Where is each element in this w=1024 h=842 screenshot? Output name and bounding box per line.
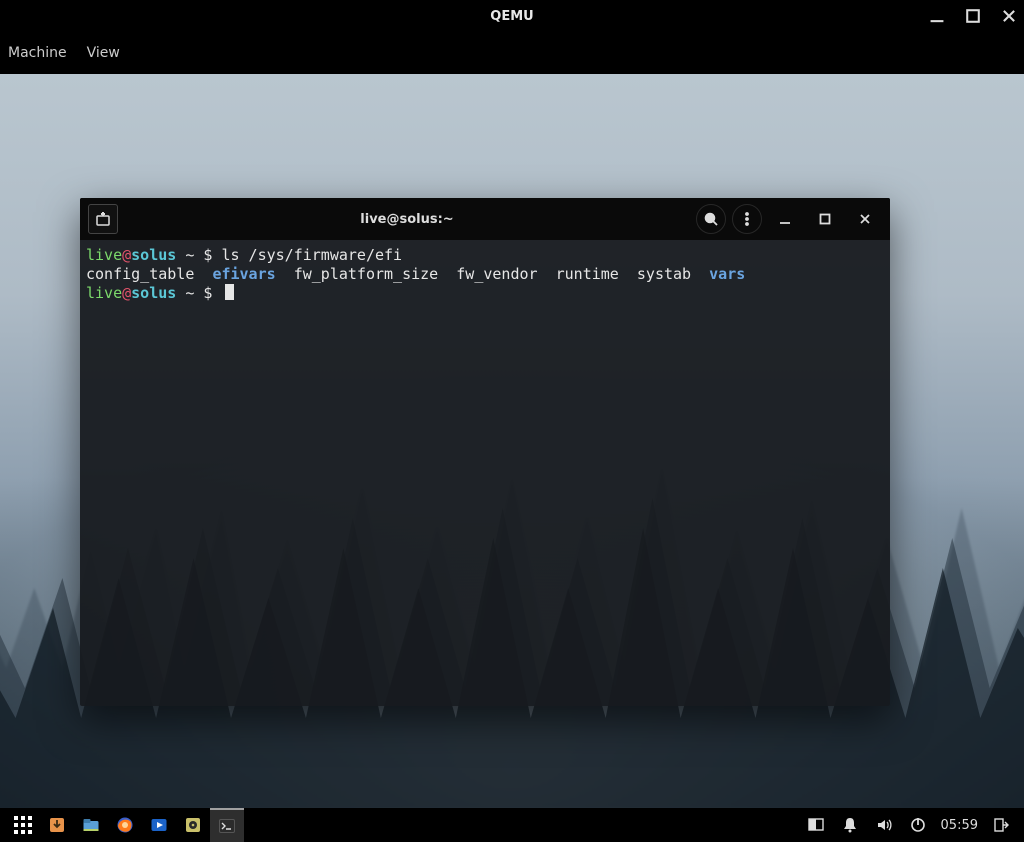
terminal-window[interactable]: live@solus:~ live@solus ~ $ ls / xyxy=(80,198,890,706)
download-icon xyxy=(48,816,66,834)
power-icon xyxy=(909,816,927,834)
tray-notifications[interactable] xyxy=(833,808,867,842)
volume-icon xyxy=(875,816,893,834)
search-button[interactable] xyxy=(696,204,726,234)
terminal-line-2: config_table efivars fw_platform_size fw… xyxy=(86,265,745,283)
menu-button[interactable] xyxy=(732,204,762,234)
task-terminal[interactable] xyxy=(210,808,244,842)
bell-icon xyxy=(841,816,859,834)
terminal-body[interactable]: live@solus ~ $ ls /sys/firmware/efi conf… xyxy=(80,240,890,706)
tray-workspace[interactable] xyxy=(799,808,833,842)
guest-desktop[interactable]: live@solus:~ live@solus ~ $ ls / xyxy=(0,74,1024,808)
terminal-minimize-button[interactable] xyxy=(768,198,802,240)
workspace-icon xyxy=(807,816,825,834)
tray-power[interactable] xyxy=(901,808,935,842)
firefox-launcher[interactable] xyxy=(108,808,142,842)
tray-session[interactable] xyxy=(984,808,1018,842)
logout-icon xyxy=(992,816,1010,834)
files-launcher[interactable] xyxy=(74,808,108,842)
tray-volume[interactable] xyxy=(867,808,901,842)
speaker-icon xyxy=(184,816,202,834)
terminal-headerbar[interactable]: live@solus:~ xyxy=(80,198,890,240)
terminal-line-3: live@solus ~ $ xyxy=(86,284,234,302)
firefox-icon xyxy=(116,816,134,834)
installer-launcher[interactable] xyxy=(40,808,74,842)
panel-clock[interactable]: 05:59 xyxy=(935,818,984,833)
new-tab-button[interactable] xyxy=(88,204,118,234)
terminal-maximize-button[interactable] xyxy=(808,198,842,240)
qemu-title: QEMU xyxy=(490,9,533,24)
menu-view[interactable]: View xyxy=(87,45,120,61)
terminal-title: live@solus:~ xyxy=(126,212,688,227)
terminal-cursor xyxy=(225,284,234,300)
media-launcher[interactable] xyxy=(142,808,176,842)
qemu-maximize-button[interactable] xyxy=(964,7,982,25)
terminal-icon xyxy=(218,817,236,835)
menu-machine[interactable]: Machine xyxy=(8,45,67,61)
qemu-menubar: Machine View xyxy=(0,32,1024,74)
music-launcher[interactable] xyxy=(176,808,210,842)
apps-grid-icon xyxy=(14,816,32,834)
files-icon xyxy=(82,816,100,834)
terminal-line-1: live@solus ~ $ ls /sys/firmware/efi xyxy=(86,246,402,264)
qemu-close-button[interactable] xyxy=(1000,7,1018,25)
bottom-panel: 05:59 xyxy=(0,808,1024,842)
qemu-minimize-button[interactable] xyxy=(928,7,946,25)
qemu-titlebar: QEMU xyxy=(0,0,1024,32)
play-icon xyxy=(150,816,168,834)
applications-button[interactable] xyxy=(6,808,40,842)
terminal-close-button[interactable] xyxy=(848,198,882,240)
